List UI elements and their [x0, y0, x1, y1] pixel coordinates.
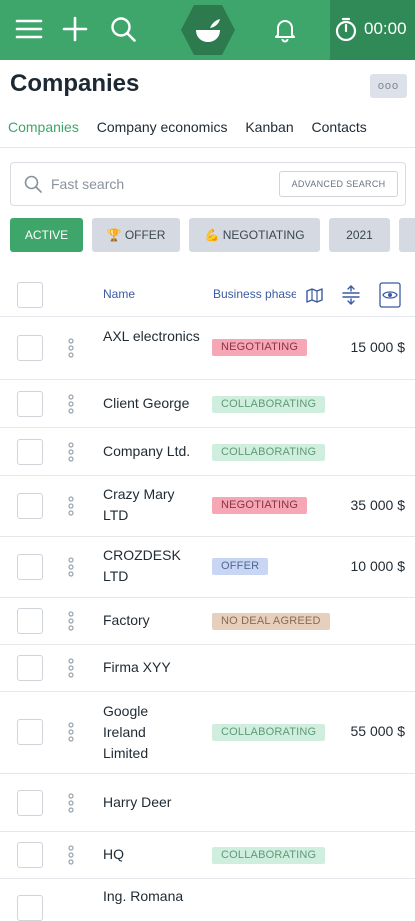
- tab-bar: Companies Company economics Kanban Conta…: [8, 119, 381, 135]
- filter-label: OFFER: [124, 228, 166, 242]
- more-options-button[interactable]: ooo: [370, 74, 407, 98]
- top-bar: 00:00: [0, 0, 415, 60]
- filter-offer[interactable]: 🏆 OFFER: [92, 218, 180, 252]
- phase-badge: COLLABORATING: [212, 444, 326, 461]
- row-menu-icon[interactable]: [66, 844, 76, 866]
- filter-2021[interactable]: 2021: [329, 218, 390, 252]
- swap-columns-icon[interactable]: [340, 284, 362, 306]
- row-checkbox[interactable]: [17, 493, 43, 519]
- row-checkbox[interactable]: [17, 842, 43, 868]
- amount: 35 000 $: [350, 497, 406, 513]
- timer-value: 00:00: [364, 19, 407, 38]
- row-menu-icon[interactable]: [66, 556, 76, 578]
- row-checkbox[interactable]: [17, 608, 43, 634]
- tab-kanban[interactable]: Kanban: [245, 119, 293, 135]
- table-row[interactable]: Google Ireland Limited COLLABORATING 55 …: [0, 691, 415, 773]
- company-name[interactable]: CROZDESK LTD: [103, 545, 203, 587]
- amount: 15 000 $: [350, 339, 406, 355]
- advanced-search-button[interactable]: ADVANCED SEARCH: [279, 171, 398, 197]
- tab-companies[interactable]: Companies: [8, 119, 79, 135]
- company-name[interactable]: Firma XYY: [103, 657, 203, 678]
- table-row[interactable]: Harry Deer: [0, 773, 415, 831]
- page-title: Companies: [10, 70, 140, 97]
- select-all-checkbox[interactable]: [17, 282, 43, 308]
- table-row[interactable]: Crazy Mary LTD NEGOTIATING 35 000 $: [0, 475, 415, 536]
- filter-label: ACTIVE: [24, 228, 69, 242]
- add-icon[interactable]: [60, 14, 90, 44]
- filter-label: 2021: [346, 228, 373, 242]
- divider: [0, 147, 415, 148]
- table-row[interactable]: CROZDESK LTD OFFER 10 000 $: [0, 536, 415, 597]
- row-checkbox[interactable]: [17, 335, 43, 361]
- row-menu-icon[interactable]: [66, 393, 76, 415]
- row-checkbox[interactable]: [17, 790, 43, 816]
- company-name[interactable]: Client George: [103, 393, 213, 414]
- table-row[interactable]: Ing. Romana: [0, 878, 415, 921]
- table-header: Name Business phase: [0, 274, 415, 314]
- filter-active[interactable]: ACTIVE: [10, 218, 83, 252]
- bell-icon[interactable]: [270, 14, 300, 44]
- phase-badge: COLLABORATING: [212, 396, 326, 413]
- company-name[interactable]: Harry Deer: [103, 792, 203, 813]
- table-row[interactable]: Firma XYY: [0, 644, 415, 691]
- row-checkbox[interactable]: [17, 554, 43, 580]
- row-checkbox[interactable]: [17, 719, 43, 745]
- row-checkbox[interactable]: [17, 655, 43, 681]
- company-list: AXL electronics NEGOTIATING 15 000 $ Cli…: [0, 316, 415, 921]
- table-row[interactable]: Factory NO DEAL AGREED: [0, 597, 415, 644]
- trophy-icon: 🏆: [106, 228, 122, 242]
- visibility-icon[interactable]: [379, 282, 401, 308]
- amount: 10 000 $: [350, 558, 406, 574]
- row-menu-icon[interactable]: [66, 610, 76, 632]
- search-icon[interactable]: [108, 14, 138, 44]
- search-box: ADVANCED SEARCH: [10, 162, 406, 206]
- row-menu-icon[interactable]: [66, 792, 76, 814]
- phase-badge: NEGOTIATING: [212, 339, 308, 356]
- row-menu-icon[interactable]: [66, 657, 76, 679]
- phase-badge: OFFER: [212, 558, 269, 575]
- row-menu-icon[interactable]: [66, 441, 76, 463]
- filter-chips: ACTIVE 🏆 OFFER 💪 NEGOTIATING 2021: [10, 218, 415, 252]
- company-name[interactable]: Crazy Mary LTD: [103, 484, 203, 526]
- amount: 55 000 $: [350, 723, 406, 739]
- filter-more[interactable]: [399, 218, 415, 252]
- filter-negotiating[interactable]: 💪 NEGOTIATING: [189, 218, 320, 252]
- row-checkbox[interactable]: [17, 895, 43, 921]
- company-name[interactable]: AXL electronics: [103, 326, 203, 347]
- row-menu-icon[interactable]: [66, 495, 76, 517]
- row-menu-icon[interactable]: [66, 721, 76, 743]
- stopwatch-icon: [333, 16, 359, 42]
- tab-company-economics[interactable]: Company economics: [97, 119, 228, 135]
- phase-badge: COLLABORATING: [212, 724, 326, 741]
- table-row[interactable]: Client George COLLABORATING: [0, 379, 415, 427]
- flexed-arm-icon: 💪: [204, 228, 220, 242]
- table-row[interactable]: HQ COLLABORATING: [0, 831, 415, 878]
- phase-badge: NEGOTIATING: [212, 497, 308, 514]
- phase-badge: COLLABORATING: [212, 847, 326, 864]
- column-header-name[interactable]: Name: [103, 287, 135, 301]
- tab-contacts[interactable]: Contacts: [312, 119, 367, 135]
- table-row[interactable]: Company Ltd. COLLABORATING: [0, 427, 415, 475]
- menu-icon[interactable]: [14, 14, 44, 44]
- company-name[interactable]: HQ: [103, 844, 203, 865]
- company-name[interactable]: Google Ireland Limited: [103, 701, 169, 764]
- row-menu-icon[interactable]: [66, 337, 76, 359]
- company-name[interactable]: Factory: [103, 610, 203, 631]
- filter-label: NEGOTIATING: [222, 228, 305, 242]
- column-header-phase[interactable]: Business phase: [213, 287, 296, 301]
- fast-search-input[interactable]: [51, 173, 271, 195]
- row-checkbox[interactable]: [17, 391, 43, 417]
- app-logo-icon[interactable]: [180, 2, 236, 58]
- company-name[interactable]: Ing. Romana: [103, 886, 213, 907]
- row-checkbox[interactable]: [17, 439, 43, 465]
- company-name[interactable]: Company Ltd.: [103, 441, 213, 462]
- map-icon[interactable]: [303, 284, 325, 306]
- phase-badge: NO DEAL AGREED: [212, 613, 330, 630]
- table-row[interactable]: AXL electronics NEGOTIATING 15 000 $: [0, 316, 415, 379]
- search-icon: [23, 174, 43, 194]
